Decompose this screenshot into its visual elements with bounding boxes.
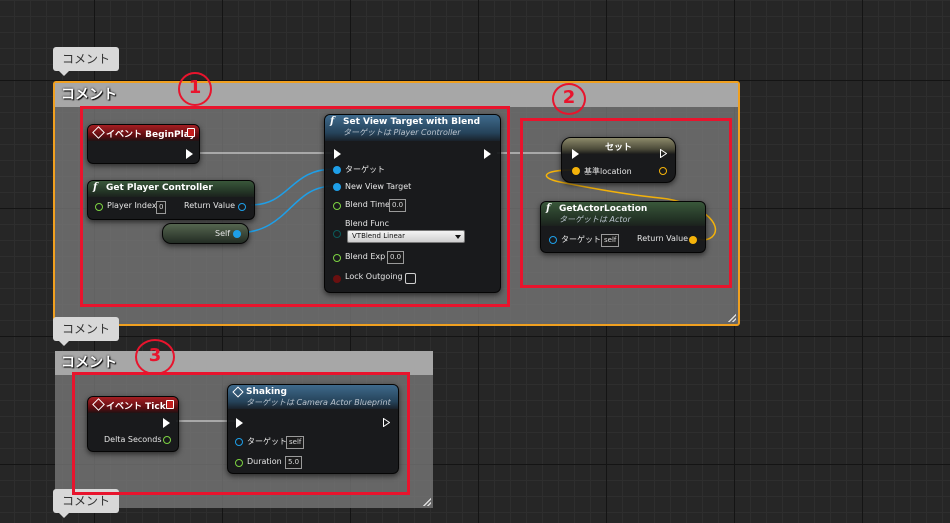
annotation-number-2: 2: [552, 83, 586, 115]
annotation-number-3: 3: [135, 339, 175, 375]
annotation-box-2: [520, 118, 732, 288]
annotation-number-2-text: 2: [562, 87, 576, 108]
annotation-number-1-text: 1: [188, 77, 202, 98]
annotation-box-1: [80, 106, 510, 307]
annotation-box-3: [72, 372, 410, 495]
annotation-number-1: 1: [178, 72, 212, 106]
annotation-number-3-text: 3: [148, 345, 162, 366]
